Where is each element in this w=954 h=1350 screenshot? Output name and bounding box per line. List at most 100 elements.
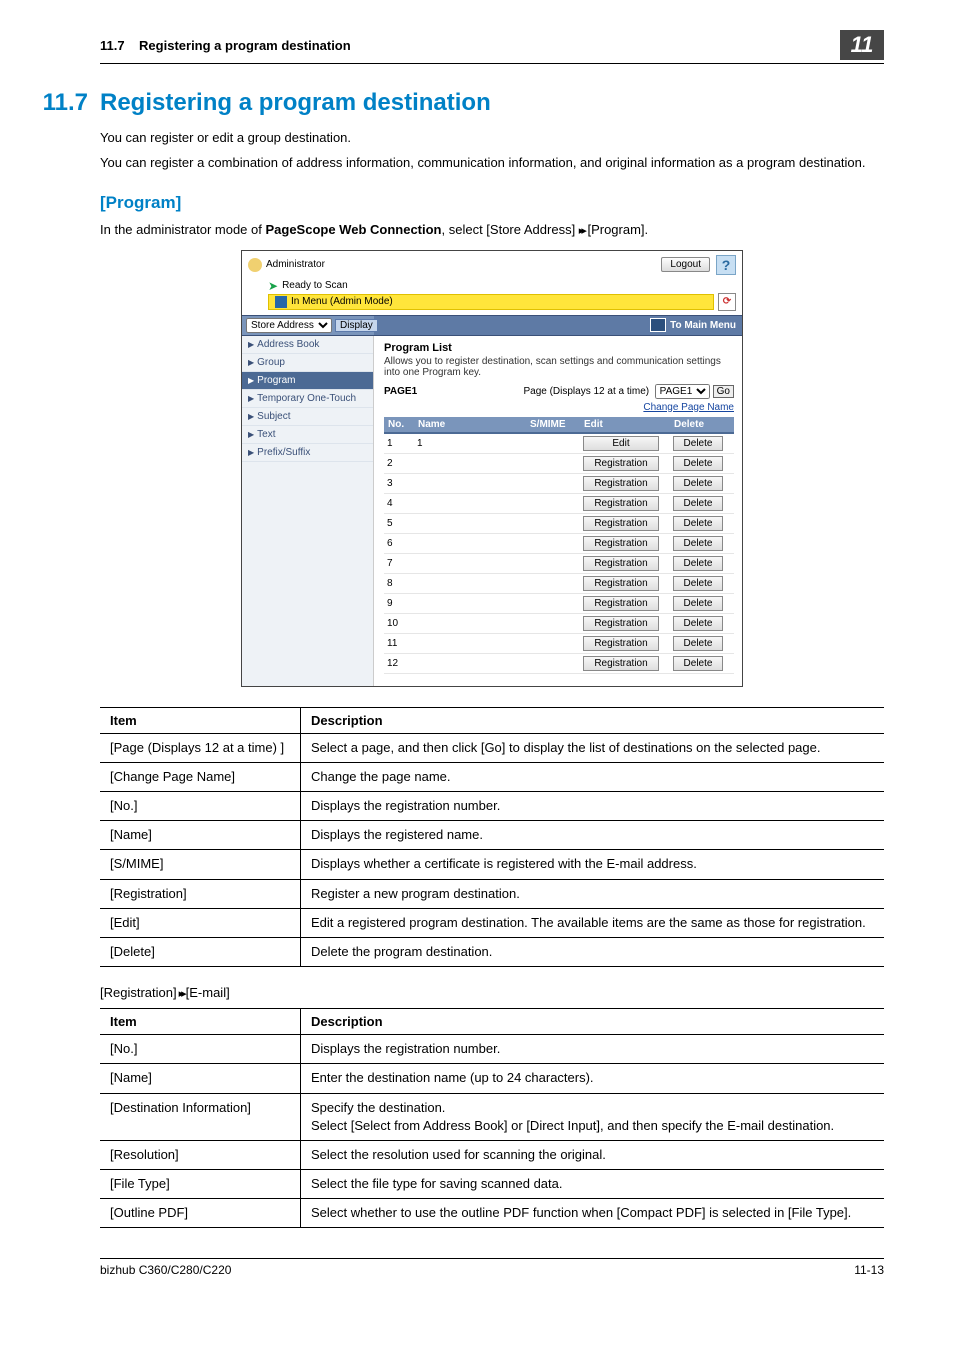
cell-delete: Delete	[670, 533, 734, 553]
sidebar-item[interactable]: ▶Temporary One-Touch	[242, 390, 373, 408]
delete-button[interactable]: Delete	[673, 516, 723, 531]
t2-head-desc: Description	[301, 1009, 885, 1035]
triangle-icon: ▶	[248, 448, 254, 457]
delete-button[interactable]: Delete	[673, 496, 723, 511]
cell-edit: Registration	[580, 573, 670, 593]
home-icon[interactable]	[650, 318, 666, 332]
cell-no: 3	[384, 473, 414, 493]
cell-delete: Delete	[670, 633, 734, 653]
description-cell: Specify the destination.Select [Select f…	[301, 1093, 885, 1140]
delete-button[interactable]: Delete	[673, 476, 723, 491]
change-page-name-link[interactable]: Change Page Name	[643, 402, 734, 413]
cell-smime	[526, 533, 580, 553]
status-ready: Ready to Scan	[282, 280, 348, 291]
sidebar-item[interactable]: ▶Group	[242, 354, 373, 372]
page-select[interactable]: PAGE1	[655, 384, 710, 399]
delete-button[interactable]: Delete	[673, 596, 723, 611]
cell-smime	[526, 433, 580, 454]
go-button[interactable]: Go	[713, 385, 734, 398]
delete-button[interactable]: Delete	[673, 456, 723, 471]
description-cell: Select the resolution used for scanning …	[301, 1140, 885, 1169]
registration-button[interactable]: Registration	[583, 576, 659, 591]
cell-edit: Registration	[580, 473, 670, 493]
delete-button[interactable]: Delete	[673, 436, 723, 451]
sidebar-item[interactable]: ▶Text	[242, 426, 373, 444]
cell-name: 1	[414, 433, 526, 454]
delete-button[interactable]: Delete	[673, 656, 723, 671]
registration-button[interactable]: Registration	[583, 456, 659, 471]
help-icon[interactable]: ?	[716, 255, 736, 275]
item-cell: [S/MIME]	[100, 850, 301, 879]
table-row: 12RegistrationDelete	[384, 653, 734, 673]
items-description-table-2: Item Description [No.]Displays the regis…	[100, 1008, 884, 1228]
logout-button[interactable]: Logout	[661, 257, 710, 272]
delete-button[interactable]: Delete	[673, 576, 723, 591]
sidebar: ▶Address Book▶Group▶Program▶Temporary On…	[242, 336, 374, 686]
sidebar-item[interactable]: ▶Prefix/Suffix	[242, 444, 373, 462]
delete-button[interactable]: Delete	[673, 556, 723, 571]
section-number: 11.7	[20, 89, 100, 117]
registration-button[interactable]: Registration	[583, 636, 659, 651]
cell-smime	[526, 633, 580, 653]
registration-button[interactable]: Registration	[583, 476, 659, 491]
display-button[interactable]: Display	[335, 319, 378, 332]
edit-button[interactable]: Edit	[583, 436, 659, 451]
sidebar-item-label: Temporary One-Touch	[257, 393, 356, 404]
cell-smime	[526, 473, 580, 493]
intro-paragraph-2: You can register a combination of addres…	[100, 154, 884, 173]
page-current-label: PAGE1	[384, 386, 444, 397]
to-main-menu-link[interactable]: To Main Menu	[670, 320, 736, 331]
registration-button[interactable]: Registration	[583, 596, 659, 611]
sidebar-item[interactable]: ▶Subject	[242, 408, 373, 426]
cell-delete: Delete	[670, 553, 734, 573]
lead-in-tail: [Program].	[584, 222, 648, 237]
sidebar-item-label: Group	[257, 357, 285, 368]
cell-smime	[526, 593, 580, 613]
section-heading: 11.7Registering a program destination	[100, 89, 884, 117]
item-cell: [Name]	[100, 821, 301, 850]
intro-paragraph-1: You can register or edit a group destina…	[100, 129, 884, 148]
cell-no: 9	[384, 593, 414, 613]
table-row: [Edit]Edit a registered program destinat…	[100, 908, 884, 937]
sidebar-item[interactable]: ▶Program	[242, 372, 373, 390]
cell-no: 2	[384, 453, 414, 473]
triangle-icon: ▶	[248, 376, 254, 385]
delete-button[interactable]: Delete	[673, 536, 723, 551]
webapp-screenshot: Administrator Logout ? ➤ Ready to Scan I…	[241, 250, 743, 687]
refresh-icon[interactable]: ⟳	[718, 293, 736, 311]
sidebar-item-label: Prefix/Suffix	[257, 447, 310, 458]
cell-name	[414, 613, 526, 633]
item-cell: [Registration]	[100, 879, 301, 908]
description-cell: Change the page name.	[301, 762, 885, 791]
store-address-select[interactable]: Store Address	[246, 318, 332, 333]
registration-button[interactable]: Registration	[583, 496, 659, 511]
content-panel-title: Program List	[384, 342, 734, 354]
registration-button[interactable]: Registration	[583, 616, 659, 631]
description-cell: Displays the registered name.	[301, 821, 885, 850]
registration-button[interactable]: Registration	[583, 656, 659, 671]
content-panel-desc: Allows you to register destination, scan…	[384, 356, 734, 378]
cell-name	[414, 473, 526, 493]
footer-page-number: 11-13	[854, 1263, 884, 1277]
sidebar-item[interactable]: ▶Address Book	[242, 336, 373, 354]
description-cell: Edit a registered program destination. T…	[301, 908, 885, 937]
delete-button[interactable]: Delete	[673, 616, 723, 631]
registration-button[interactable]: Registration	[583, 556, 659, 571]
table-row: [Delete]Delete the program destination.	[100, 937, 884, 966]
registration-button[interactable]: Registration	[583, 536, 659, 551]
item-cell: [Page (Displays 12 at a time) ]	[100, 733, 301, 762]
cell-name	[414, 533, 526, 553]
cell-smime	[526, 573, 580, 593]
col-no: No.	[384, 417, 414, 433]
footer-model: bizhub C360/C280/C220	[100, 1263, 231, 1277]
delete-button[interactable]: Delete	[673, 636, 723, 651]
registration-button[interactable]: Registration	[583, 516, 659, 531]
section-title-text: Registering a program destination	[100, 89, 491, 116]
cell-delete: Delete	[670, 593, 734, 613]
cell-delete: Delete	[670, 453, 734, 473]
description-cell: Delete the program destination.	[301, 937, 885, 966]
sidebar-item-label: Program	[257, 375, 295, 386]
table-row: [S/MIME]Displays whether a certificate i…	[100, 850, 884, 879]
sidebar-item-label: Address Book	[257, 339, 319, 350]
col-smime: S/MIME	[526, 417, 580, 433]
